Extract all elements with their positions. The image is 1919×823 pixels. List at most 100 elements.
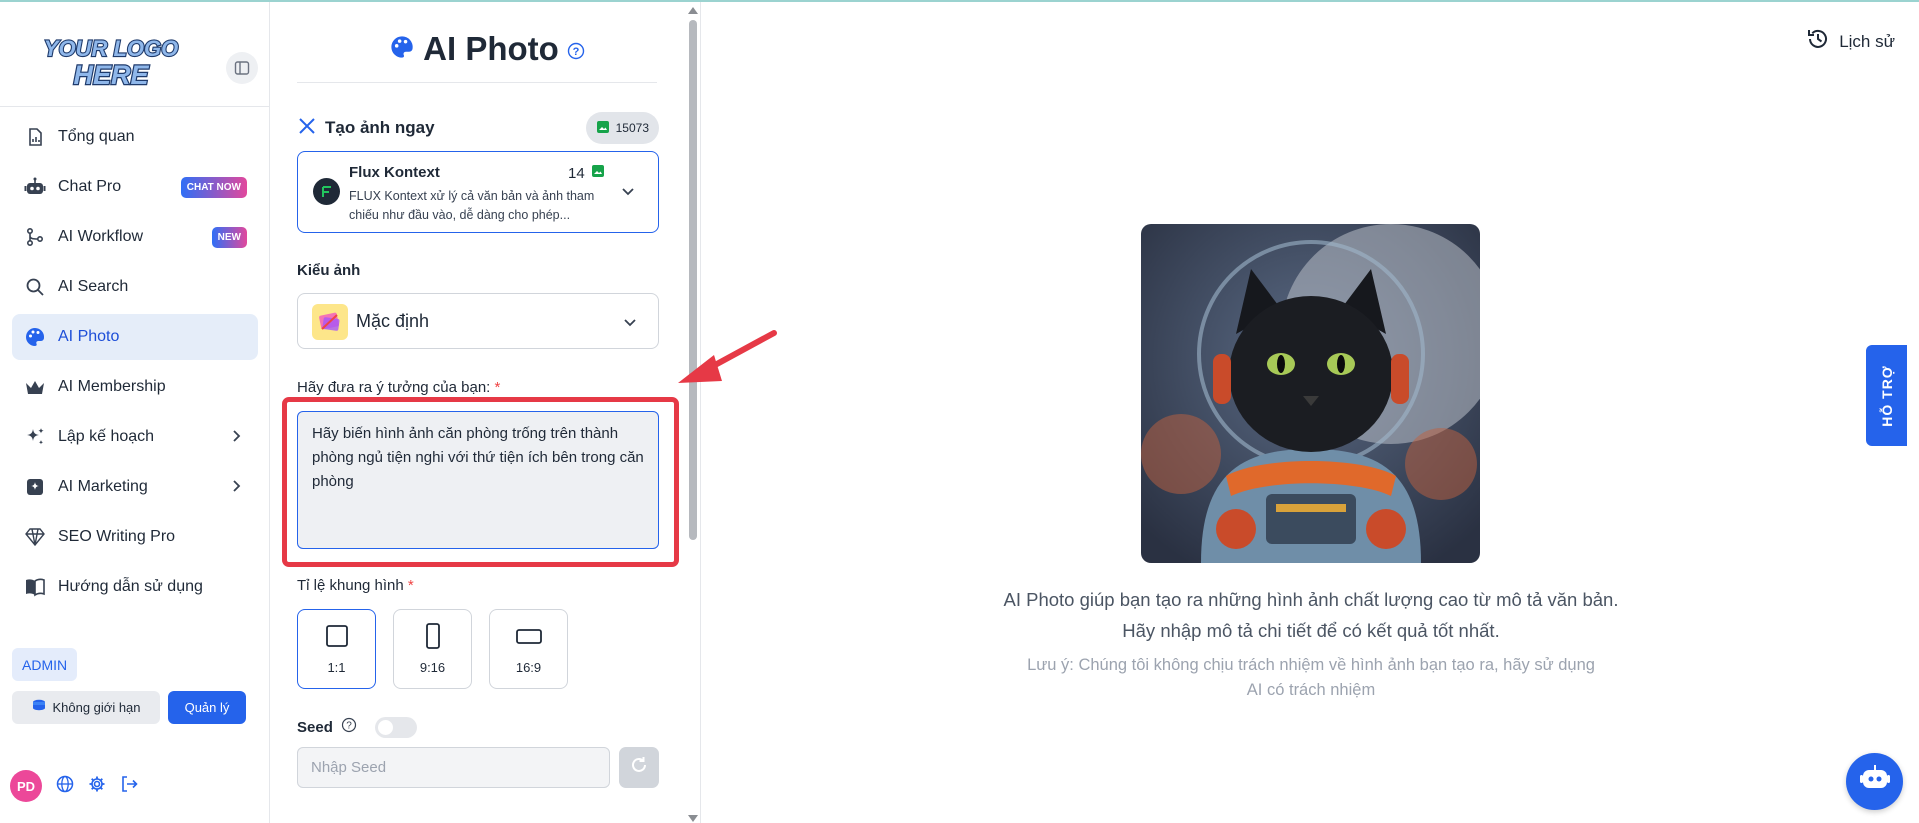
sample-image (1141, 224, 1480, 563)
create-label: Tạo ảnh ngay (325, 118, 435, 137)
search-icon (24, 276, 46, 298)
ratio-option-16-9[interactable]: 16:9 (489, 609, 568, 689)
robot-icon (24, 176, 46, 198)
required-mark: * (494, 379, 501, 396)
landscape-icon (515, 623, 543, 652)
page-title: AI Photo ? (271, 30, 700, 68)
sidebar-item-label: AI Marketing (58, 478, 148, 495)
aspect-ratio-options: 1:1 9:16 16:9 (297, 609, 568, 689)
portrait-icon (420, 623, 446, 652)
page-title-text: AI Photo (423, 30, 559, 67)
svg-text:?: ? (572, 46, 579, 58)
create-header: Tạo ảnh ngay 15073 (297, 112, 659, 144)
collapse-sidebar-button[interactable] (226, 52, 258, 84)
seed-input[interactable] (297, 747, 610, 788)
sidebar-item-tong-quan[interactable]: Tổng quan (12, 114, 258, 160)
chevron-right-icon (228, 428, 244, 449)
palette-icon (389, 30, 415, 68)
marketing-icon (24, 476, 46, 498)
ratio-option-label: 16:9 (515, 660, 542, 675)
intro-caption: AI Photo giúp bạn tạo ra những hình ảnh … (1003, 589, 1619, 641)
help-icon[interactable]: ? (341, 717, 357, 738)
model-name: Flux Kontext (349, 164, 440, 181)
red-pointer-arrow (678, 330, 777, 383)
history-button[interactable]: Lịch sử (1805, 26, 1895, 57)
ratio-option-9-16[interactable]: 9:16 (393, 609, 472, 689)
chat-widget-button[interactable] (1846, 753, 1903, 810)
ratio-option-label: 1:1 (327, 660, 346, 675)
credit-count: 15073 (615, 121, 649, 135)
sidebar-item-ai-marketing[interactable]: AI Marketing (12, 464, 258, 510)
sidebar-item-ai-photo[interactable]: AI Photo (12, 314, 258, 360)
seed-row: Seed ? (297, 717, 417, 738)
sidebar-nav: Tổng quan Chat Pro CHAT NOW AI Workflow … (12, 114, 258, 614)
globe-icon[interactable] (56, 775, 74, 798)
chat-now-badge: CHAT NOW (180, 177, 247, 198)
sidebar-item-chat-pro[interactable]: Chat Pro CHAT NOW (12, 164, 258, 210)
sidebar: YOUR LOGO HERE Tổng quan Chat Pro CHAT N… (0, 2, 270, 823)
sidebar-item-seo-writing-pro[interactable]: SEO Writing Pro (12, 514, 258, 560)
randomize-seed-button[interactable] (619, 747, 659, 788)
document-chart-icon (24, 126, 46, 148)
ratio-label-text: Tỉ lệ khung hình (297, 577, 404, 594)
ratio-label: Tỉ lệ khung hình * (297, 577, 414, 594)
sidebar-item-label: AI Photo (58, 328, 120, 345)
avatar[interactable]: PD (10, 770, 42, 802)
seed-toggle[interactable] (374, 717, 417, 738)
brand-logo[interactable]: YOUR LOGO HERE (40, 32, 182, 96)
workflow-icon (24, 226, 46, 248)
logout-icon[interactable] (120, 775, 138, 798)
sidebar-collapse-icon (234, 61, 250, 75)
help-icon[interactable]: ? (567, 30, 585, 68)
prompt-textarea[interactable]: Hãy biến hình ảnh căn phòng trống trên t… (297, 411, 659, 549)
sidebar-item-ai-search[interactable]: AI Search (12, 264, 258, 310)
magic-wand-icon (297, 116, 317, 141)
sidebar-item-label: SEO Writing Pro (58, 528, 176, 545)
plan-button[interactable]: Không giới hạn (12, 691, 160, 724)
scrollbar-thumb[interactable] (689, 20, 697, 540)
sidebar-item-label: AI Membership (58, 378, 166, 395)
ratio-option-label: 9:16 (419, 660, 446, 675)
ratio-option-1-1[interactable]: 1:1 (297, 609, 376, 689)
history-icon (1805, 26, 1831, 57)
prompt-label-text: Hãy đưa ra ý tưởng của bạn: (297, 379, 491, 396)
style-thumbnail (312, 304, 348, 340)
sidebar-item-ai-workflow[interactable]: AI Workflow NEW (12, 214, 258, 260)
new-badge: NEW (211, 227, 247, 248)
plan-button-label: Không giới hạn (52, 700, 141, 715)
style-value: Mặc định (356, 311, 430, 331)
svg-text:HERE: HERE (73, 60, 149, 90)
image-credit-icon (596, 120, 610, 137)
model-select[interactable]: Flux Kontext 14 FLUX Kontext xử lý cả vă… (297, 151, 659, 233)
svg-text:YOUR LOGO: YOUR LOGO (44, 36, 178, 61)
preview-area: Lịch sử AI Photo giúp bạn tạo ra những h… (678, 2, 1919, 823)
support-tab[interactable]: HỖ TRỢ (1866, 345, 1907, 446)
model-description: FLUX Kontext xử lý cả văn bản và ảnh tha… (349, 189, 595, 222)
manage-button[interactable]: Quản lý (168, 691, 246, 724)
sidebar-item-lap-ke-hoach[interactable]: Lập kế hoạch (12, 414, 258, 460)
crown-icon (24, 376, 46, 398)
sidebar-item-label: Lập kế hoạch (58, 428, 155, 445)
diamond-icon (24, 526, 46, 548)
book-icon (24, 576, 46, 598)
chevron-right-icon (228, 478, 244, 499)
style-label: Kiểu ảnh (297, 262, 361, 279)
coins-icon (31, 699, 47, 716)
flux-model-icon (313, 178, 340, 205)
style-select[interactable]: Mặc định (297, 293, 659, 349)
user-toolbar: PD (10, 769, 138, 803)
title-divider (297, 82, 657, 83)
sidebar-divider (0, 106, 270, 107)
chevron-down-icon (620, 183, 636, 204)
palette-icon (24, 326, 46, 348)
scroll-down-arrow[interactable] (688, 815, 698, 822)
gear-icon[interactable] (88, 775, 106, 798)
refresh-icon (629, 755, 649, 780)
model-cost: 14 (568, 164, 605, 182)
sidebar-item-ai-membership[interactable]: AI Membership (12, 364, 258, 410)
sparkle-icon (24, 426, 46, 448)
sidebar-item-label: Hướng dẫn sử dụng (58, 578, 203, 595)
scroll-up-arrow[interactable] (688, 7, 698, 14)
seed-label: Seed (297, 719, 333, 736)
sidebar-item-huong-dan[interactable]: Hướng dẫn sử dụng (12, 564, 258, 610)
